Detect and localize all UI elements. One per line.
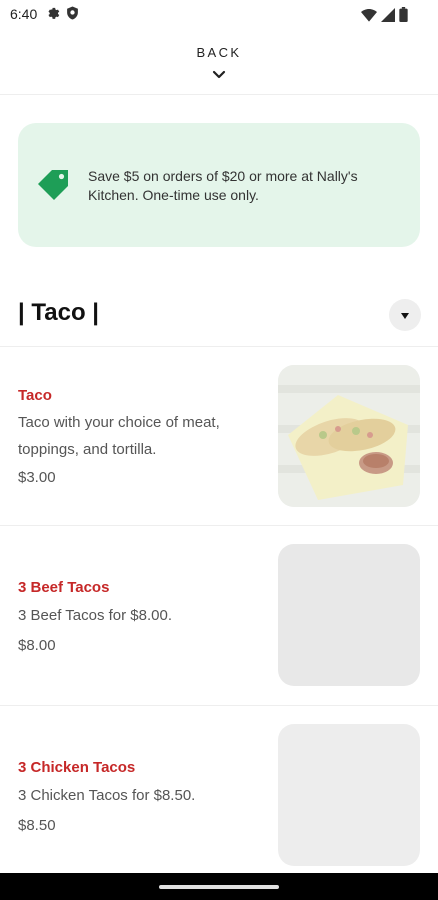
menu-item-3-beef-tacos[interactable]: 3 Beef Tacos 3 Beef Tacos for $8.00. $8.… <box>0 526 438 704</box>
section-toggle-button[interactable] <box>389 299 421 331</box>
item-name: Taco <box>18 387 52 404</box>
status-right-icons <box>361 7 408 27</box>
item-price: $3.00 <box>18 469 56 486</box>
gear-icon <box>46 6 60 25</box>
section-title: | Taco | <box>18 299 99 326</box>
home-indicator[interactable] <box>159 885 279 889</box>
item-photo-placeholder <box>278 724 420 866</box>
item-description: 3 Chicken Tacos for $8.50. <box>18 787 196 804</box>
item-description: Taco with your choice of meat, toppings,… <box>18 414 220 458</box>
battery-icon <box>399 7 408 27</box>
tag-icon <box>36 167 72 206</box>
promo-text: Save $5 on orders of $20 or more at Nall… <box>88 168 358 203</box>
item-price: $8.50 <box>18 817 56 834</box>
status-bar: 6:40 <box>0 0 438 30</box>
item-name: 3 Beef Tacos <box>18 579 110 596</box>
menu-item-3-chicken-tacos[interactable]: 3 Chicken Tacos 3 Chicken Tacos for $8.5… <box>0 706 438 884</box>
status-left-icons <box>46 6 79 25</box>
caret-down-icon <box>401 306 409 324</box>
chevron-down-icon <box>211 67 227 85</box>
signal-icon <box>381 7 395 27</box>
shield-icon <box>66 6 79 25</box>
item-name: 3 Chicken Tacos <box>18 759 136 776</box>
item-photo-placeholder <box>278 544 420 686</box>
back-label: BACK <box>196 45 242 60</box>
item-description: 3 Beef Tacos for $8.00. <box>18 607 172 624</box>
status-time: 6:40 <box>10 6 38 22</box>
back-button[interactable]: BACK <box>0 30 438 95</box>
wifi-icon <box>361 8 377 27</box>
item-photo <box>278 365 420 507</box>
navigation-bar <box>0 873 438 900</box>
menu-item-taco[interactable]: Taco Taco with your choice of meat, topp… <box>0 347 438 525</box>
item-price: $8.00 <box>18 637 56 654</box>
promo-card: Save $5 on orders of $20 or more at Nall… <box>18 123 420 247</box>
